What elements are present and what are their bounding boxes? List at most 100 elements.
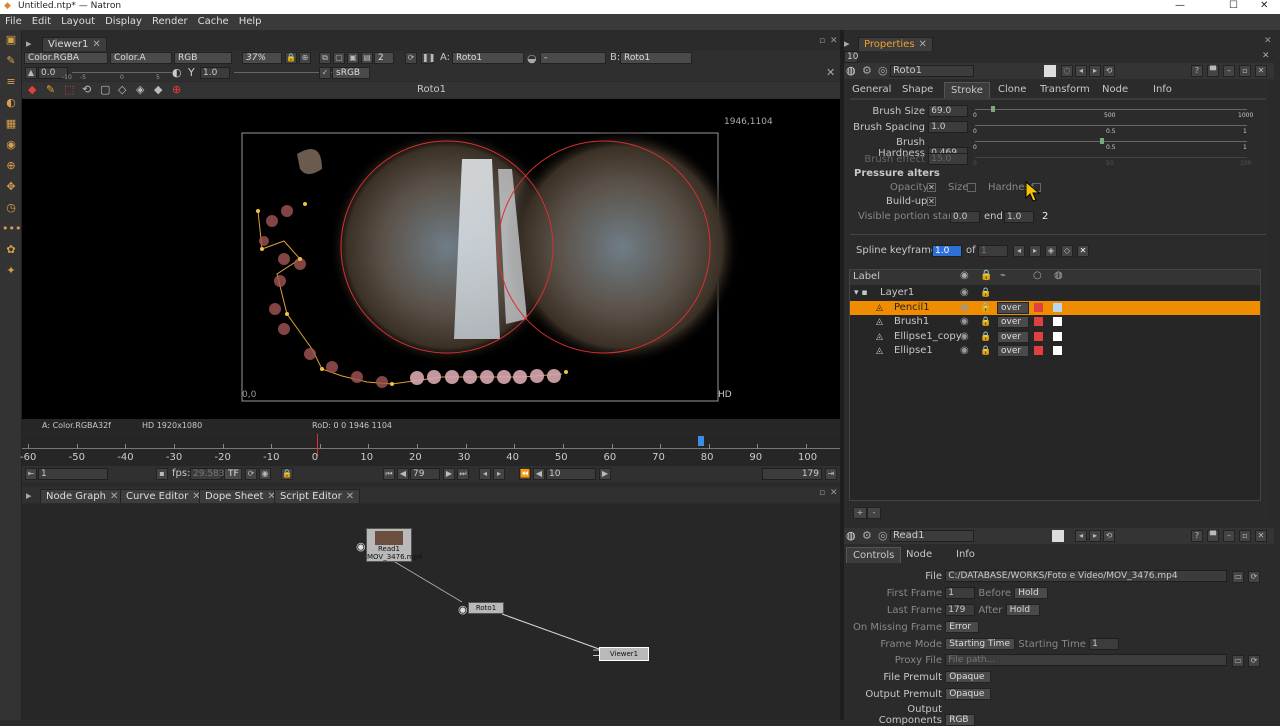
- layer-color-swatch[interactable]: [1034, 317, 1043, 327]
- extra-tool-icon[interactable]: ✦: [2, 264, 20, 282]
- next-key-button[interactable]: ▸: [493, 468, 505, 480]
- node-color-swatch[interactable]: [1052, 530, 1064, 542]
- operator-dropdown[interactable]: over: [997, 345, 1029, 358]
- minimize-panel-icon[interactable]: –: [1223, 65, 1235, 77]
- properties-scrollbar[interactable]: [1268, 80, 1278, 520]
- merge-tool-icon[interactable]: ⊕: [2, 159, 20, 177]
- overlay-color-swatch[interactable]: [1053, 317, 1062, 327]
- collapse-icon[interactable]: ◍: [846, 529, 856, 542]
- layer-name[interactable]: Pencil1: [894, 301, 930, 315]
- tab-stroke[interactable]: Stroke: [944, 82, 990, 98]
- redo-icon[interactable]: ▸: [1089, 530, 1101, 542]
- close-panel-icon[interactable]: ✕: [1255, 530, 1267, 542]
- help-icon[interactable]: ?: [1191, 530, 1203, 542]
- proxy-level-dropdown[interactable]: 2: [374, 52, 394, 64]
- node-graph-canvas[interactable]: ◉ Read1 MOV_3476.mp4 ◉ Roto1 ⊐ Viewer1: [22, 504, 840, 720]
- other-tool-icon[interactable]: •••: [2, 222, 21, 240]
- gain-toggle-icon[interactable]: ▲: [25, 67, 37, 79]
- ripple-icon[interactable]: ◈: [136, 83, 144, 96]
- close-window-button[interactable]: ✕: [1260, 0, 1268, 11]
- time-format-dropdown[interactable]: TF: [224, 468, 242, 480]
- file-field[interactable]: C:/DATABASE/WORKS/Foto e Video/MOV_3476.…: [945, 570, 1228, 582]
- center-node-icon[interactable]: ◎: [878, 64, 888, 77]
- brush-size-handle[interactable]: [991, 106, 995, 112]
- prev-step-button[interactable]: ◀: [533, 468, 545, 480]
- lock-icon[interactable]: 🔒: [980, 315, 991, 329]
- menu-render[interactable]: Render: [147, 15, 193, 28]
- frame-mode-dropdown[interactable]: Starting Time: [945, 638, 1016, 650]
- maximize-button[interactable]: ☐: [1229, 0, 1238, 11]
- visible-start-field[interactable]: 0.0: [950, 211, 980, 223]
- hide-buttons-icon[interactable]: ▀: [1207, 65, 1219, 77]
- fps-field[interactable]: 29.583: [190, 468, 225, 480]
- output-premult-dropdown[interactable]: Opaque: [945, 688, 992, 700]
- before-dropdown[interactable]: Hold: [1014, 587, 1049, 599]
- wipe-icon[interactable]: ◒: [527, 52, 537, 65]
- brush-size-field[interactable]: 69.0: [928, 105, 969, 117]
- add-keyframe-icon[interactable]: ◈: [1045, 245, 1057, 257]
- settings-icon[interactable]: ⚙: [862, 64, 872, 77]
- layer-row[interactable]: ◬ Ellipse1 ◉ 🔒 over: [850, 344, 1260, 358]
- input-b-dropdown[interactable]: Roto1: [620, 52, 692, 64]
- check-icon[interactable]: ✓: [319, 67, 331, 79]
- layer-row[interactable]: ◬ Brush1 ◉ 🔒 over: [850, 315, 1260, 329]
- menu-display[interactable]: Display: [100, 15, 147, 28]
- visible-icon[interactable]: ◉: [960, 315, 969, 329]
- last-frame-input[interactable]: 179: [945, 604, 976, 616]
- brush-hardness-slider[interactable]: [975, 141, 1247, 142]
- operator-dropdown[interactable]: over: [997, 301, 1029, 314]
- reset-icon[interactable]: ⊕: [172, 83, 181, 96]
- missing-frame-dropdown[interactable]: Error: [945, 621, 980, 633]
- lock-icon[interactable]: 🔒: [980, 330, 991, 344]
- viewer-canvas[interactable]: 1946,1104 0,0 HD: [22, 99, 840, 419]
- file-premult-dropdown[interactable]: Opaque: [945, 671, 992, 683]
- image-tool-icon[interactable]: ▣: [2, 33, 20, 51]
- loop-icon[interactable]: ◉: [259, 468, 271, 480]
- close-icon[interactable]: ✕: [92, 39, 100, 50]
- brush-spacing-slider[interactable]: [975, 125, 1247, 126]
- hide-buttons-icon[interactable]: ▀: [1207, 530, 1219, 542]
- points-icon[interactable]: ◇: [118, 83, 126, 96]
- refresh-icon[interactable]: ⟳: [405, 52, 417, 64]
- close-pane-icon[interactable]: ✕: [1264, 36, 1272, 46]
- bottom-pane-menu-icon[interactable]: ▸: [26, 489, 32, 502]
- remove-keyframe-icon[interactable]: ◇: [1061, 245, 1073, 257]
- open-proxy-icon[interactable]: ▭: [1232, 655, 1244, 667]
- layer-color-swatch[interactable]: [1034, 302, 1043, 312]
- visible-icon[interactable]: ◉: [960, 330, 969, 344]
- first-frame-input[interactable]: 1: [945, 587, 976, 599]
- layer-row[interactable]: ◬ Ellipse1_copy ◉ 🔒 over: [850, 330, 1260, 344]
- settings-icon[interactable]: ⚙: [862, 529, 872, 542]
- buildup-checkbox[interactable]: ✕: [927, 197, 936, 206]
- float-pane-icon[interactable]: ▫: [819, 36, 825, 46]
- region-icon[interactable]: ▢: [333, 52, 345, 64]
- turbo-icon[interactable]: ▪: [156, 468, 168, 480]
- lock-icon[interactable]: 🔒: [980, 286, 991, 300]
- layer-color-swatch[interactable]: [1034, 346, 1043, 356]
- input-a-dropdown[interactable]: Roto1: [452, 52, 524, 64]
- tab-curve-editor[interactable]: Curve Editor ✕: [120, 489, 207, 503]
- visible-end-field[interactable]: 1.0: [1004, 211, 1034, 223]
- tab-clone[interactable]: Clone: [998, 84, 1026, 95]
- time-tool-icon[interactable]: ◷: [2, 201, 20, 219]
- read-node-toggle-icon[interactable]: ◉: [356, 540, 366, 553]
- close-icon[interactable]: ✕: [919, 39, 927, 50]
- jump-end-icon[interactable]: ⇥: [825, 468, 837, 480]
- display-channels-dropdown[interactable]: RGB: [174, 52, 232, 64]
- menu-edit[interactable]: Edit: [27, 15, 56, 28]
- opacity-checkbox[interactable]: ✕: [927, 183, 936, 192]
- gmic-tool-icon[interactable]: ✿: [2, 243, 20, 261]
- timeline[interactable]: -60 -50 -40 -30 -20 -10 0 10 20 30 40 50 60 70 80 90 100: [20, 434, 840, 466]
- undo-icon[interactable]: ◂: [1075, 65, 1087, 77]
- close-pane-icon[interactable]: ✕: [830, 36, 838, 46]
- menu-help[interactable]: Help: [234, 15, 267, 28]
- paint-tool-icon[interactable]: ✎: [2, 54, 20, 72]
- filter-tool-icon[interactable]: ▦: [2, 117, 20, 135]
- read-node[interactable]: Read1 MOV_3476.mp4: [366, 528, 422, 562]
- gain-slider[interactable]: [72, 72, 172, 73]
- prev-keyframe-icon[interactable]: ◂: [1013, 245, 1025, 257]
- tab-read-info[interactable]: Info: [956, 549, 975, 560]
- node-color-swatch[interactable]: [1044, 65, 1056, 77]
- lock-range-icon[interactable]: 🔒: [281, 468, 293, 480]
- tab-controls[interactable]: Controls: [846, 547, 902, 563]
